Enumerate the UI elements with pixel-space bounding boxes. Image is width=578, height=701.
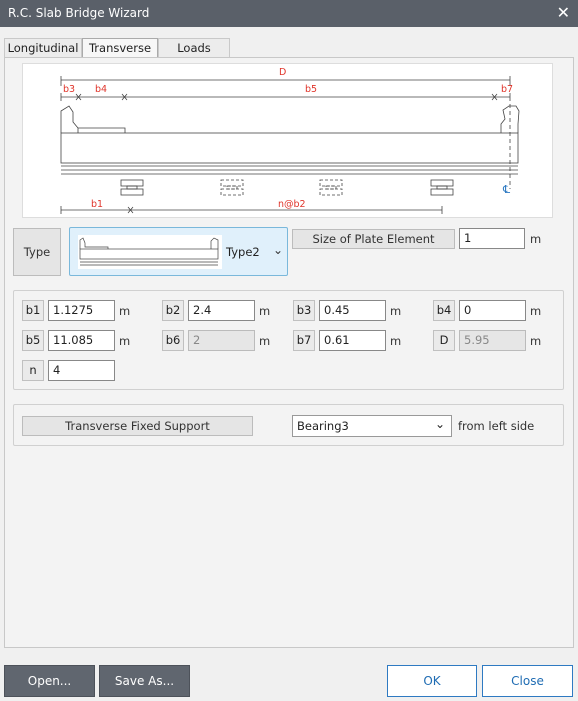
param-tag-n: n — [22, 360, 44, 381]
param-unit-b2: m — [259, 304, 271, 318]
param-input-b6: 2 — [188, 330, 255, 351]
ok-button[interactable]: OK — [387, 665, 477, 697]
param-tag-b7: b7 — [293, 330, 315, 351]
param-unit-b3: m — [390, 304, 402, 318]
param-tag-d: D — [433, 330, 455, 351]
param-input-b1[interactable]: 1.1275 — [48, 300, 115, 321]
cross-section-diagram: D b3 b4 b5 b7 b1 n@b2 ℄ — [22, 63, 553, 218]
plate-size-input[interactable]: 1 — [459, 228, 525, 249]
param-tag-b4: b4 — [433, 300, 455, 321]
param-unit-d: m — [530, 334, 542, 348]
param-input-b2[interactable]: 2.4 — [188, 300, 255, 321]
title-bar: R.C. Slab Bridge Wizard ✕ — [0, 0, 578, 27]
cross-section-drawing: D b3 b4 b5 b7 b1 n@b2 ℄ — [60, 67, 520, 214]
close-icon[interactable]: ✕ — [557, 3, 570, 22]
param-tag-b2: b2 — [162, 300, 184, 321]
param-tag-b6: b6 — [162, 330, 184, 351]
bearing-select-value: Bearing3 — [297, 419, 349, 433]
bearing-select[interactable]: Bearing3 ⌄ — [292, 415, 452, 437]
param-input-b5[interactable]: 11.085 — [48, 330, 115, 351]
param-tag-b3: b3 — [293, 300, 315, 321]
param-tag-b1: b1 — [22, 300, 44, 321]
chevron-down-icon: ⌄ — [434, 417, 445, 431]
param-unit-b6: m — [259, 334, 271, 348]
param-input-b3[interactable]: 0.45 — [319, 300, 386, 321]
type-selector[interactable]: Type2 ⌄ — [69, 227, 288, 276]
dim-label-d: D — [279, 67, 286, 78]
type-label-box: Type — [13, 228, 61, 276]
transverse-fixed-support-button[interactable]: Transverse Fixed Support — [22, 416, 253, 436]
tab-transverse[interactable]: Transverse — [82, 38, 158, 59]
dim-label-nb2: n@b2 — [278, 199, 306, 210]
dim-label-b5: b5 — [305, 84, 317, 95]
open-button[interactable]: Open... — [4, 665, 95, 697]
param-unit-b5: m — [119, 334, 131, 348]
window-title: R.C. Slab Bridge Wizard — [8, 6, 150, 20]
param-unit-b1: m — [119, 304, 131, 318]
save-as-button[interactable]: Save As... — [99, 665, 190, 697]
param-input-n[interactable]: 4 — [48, 360, 115, 381]
plate-unit: m — [530, 232, 542, 246]
param-unit-b4: m — [530, 304, 542, 318]
from-left-side-label: from left side — [458, 419, 535, 433]
size-of-plate-element-button[interactable]: Size of Plate Element — [292, 229, 455, 249]
centerline-label: ℄ — [502, 183, 510, 196]
type-selected-value: Type2 — [226, 245, 260, 259]
param-input-d: 5.95 — [459, 330, 526, 351]
tab-longitudinal[interactable]: Longitudinal — [4, 38, 82, 58]
tab-loads[interactable]: Loads — [158, 38, 230, 58]
param-unit-b7: m — [390, 334, 402, 348]
close-button[interactable]: Close — [482, 665, 573, 697]
dim-label-b7: b7 — [501, 84, 513, 95]
type2-thumbnail — [78, 235, 222, 269]
dim-label-b4: b4 — [95, 84, 107, 95]
dim-label-b1: b1 — [91, 199, 103, 210]
param-input-b4[interactable]: 0 — [459, 300, 526, 321]
dim-label-b3: b3 — [63, 84, 75, 95]
chevron-down-icon: ⌄ — [273, 243, 284, 257]
param-tag-b5: b5 — [22, 330, 44, 351]
param-input-b7[interactable]: 0.61 — [319, 330, 386, 351]
